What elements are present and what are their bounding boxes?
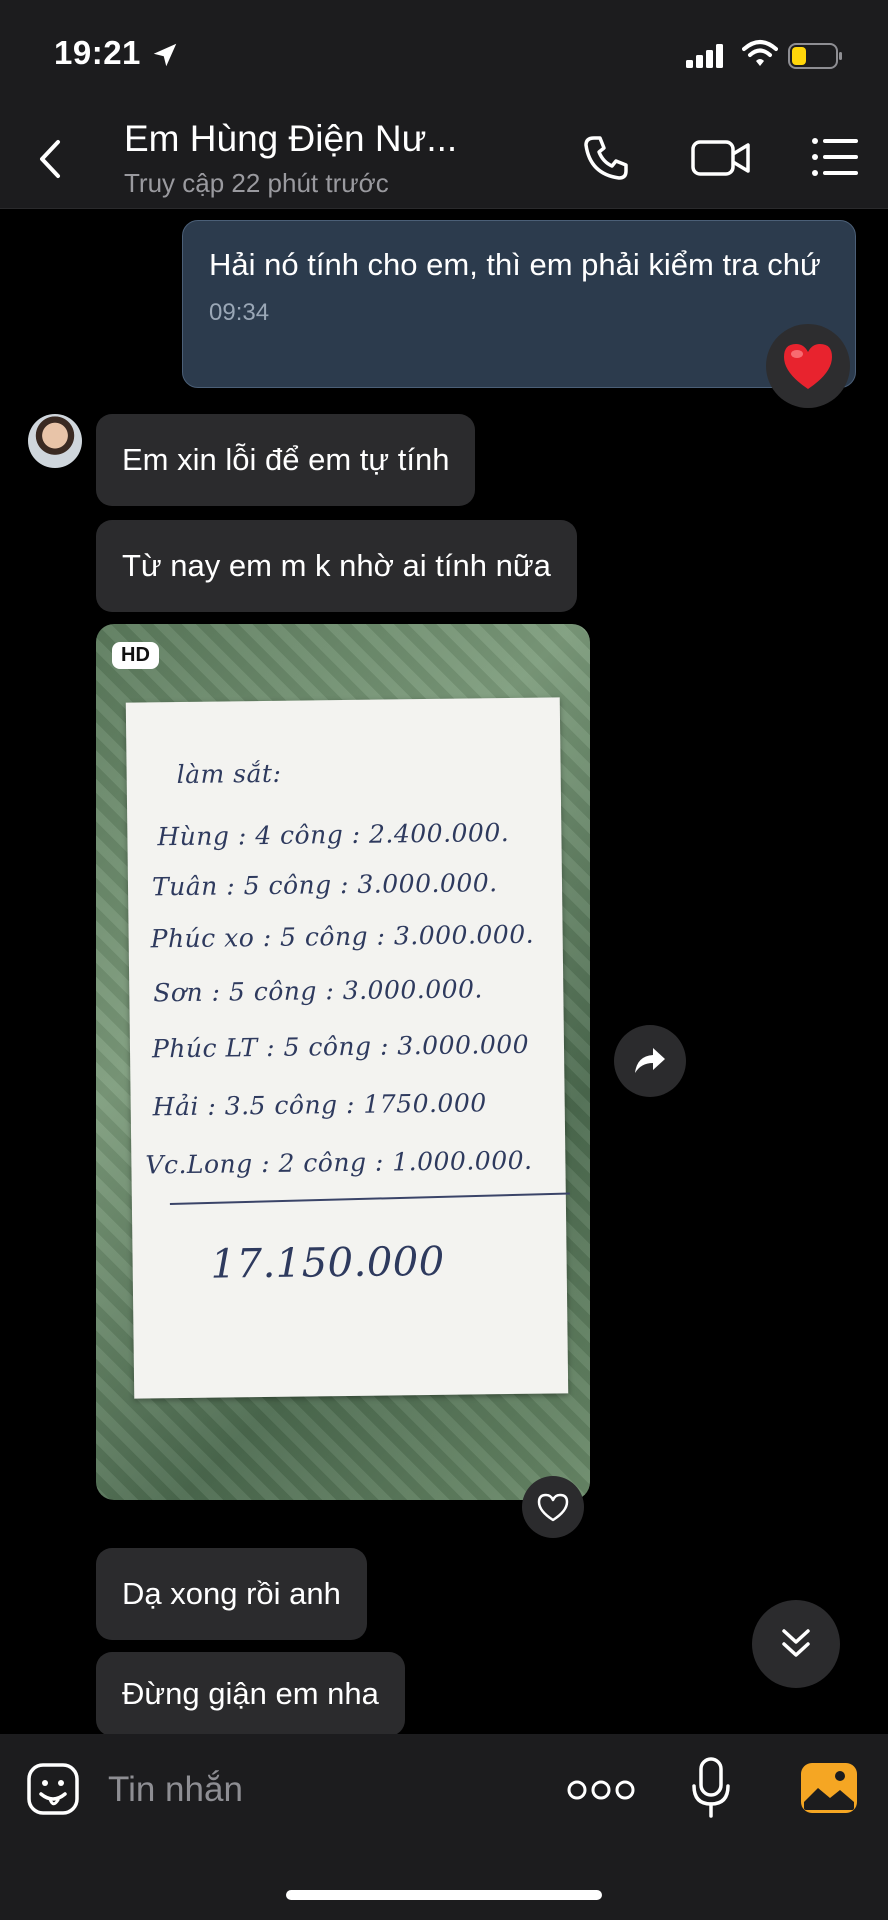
scroll-to-bottom-button[interactable]	[752, 1600, 840, 1688]
forward-arrow-icon	[635, 1048, 665, 1073]
more-options-button[interactable]	[566, 1772, 636, 1808]
status-time: 19:21	[54, 34, 141, 71]
like-button[interactable]	[522, 1476, 584, 1538]
photo-message[interactable]: làm sắt: Hùng : 4 công : 2.400.000. Tuân…	[96, 624, 590, 1500]
double-chevron-down-icon	[782, 1629, 810, 1657]
last-seen-status: Truy cập 22 phút trước	[124, 168, 389, 198]
heart-icon	[784, 344, 832, 389]
note-line: Phúc xo : 5 công : 3.000.000.	[150, 919, 535, 954]
gallery-image-button[interactable]	[800, 1762, 858, 1814]
outgoing-message-bubble[interactable]: Hải nó tính cho em, thì em phải kiểm tra…	[182, 220, 856, 388]
incoming-message-bubble[interactable]: Dạ xong rồi anh	[96, 1548, 367, 1640]
signal-icon	[686, 44, 723, 68]
hd-badge: HD	[112, 642, 159, 669]
battery-icon	[788, 43, 842, 69]
incoming-message-bubble[interactable]: Em xin lỗi để em tự tính	[96, 414, 476, 506]
home-indicator	[286, 1890, 602, 1900]
contact-name[interactable]: Em Hùng Điện Nư...	[124, 118, 457, 160]
note-total: 17.150.000	[210, 1238, 445, 1288]
note-divider	[169, 1192, 570, 1205]
wifi-icon	[742, 40, 778, 66]
incoming-message-bubble[interactable]: Từ nay em m k nhờ ai tính nữa	[96, 520, 577, 612]
note-line: Sơn : 5 công : 3.000.000.	[153, 974, 484, 1008]
video-call-button[interactable]	[690, 134, 752, 182]
heart-reaction[interactable]	[766, 324, 850, 408]
phone-call-button[interactable]	[580, 132, 632, 184]
heart-outline-icon	[537, 1493, 569, 1522]
menu-list-button[interactable]	[810, 134, 860, 180]
note-line: Hải : 3.5 công : 1750.000	[152, 1088, 487, 1122]
handwritten-note: làm sắt: Hùng : 4 công : 2.400.000. Tuân…	[125, 697, 570, 1399]
location-arrow-icon	[153, 43, 177, 67]
note-line: Phúc LT : 5 công : 3.000.000	[151, 1029, 530, 1064]
sticker-emoji-button[interactable]	[26, 1762, 80, 1816]
message-text: Hải nó tính cho em, thì em phải kiểm tra…	[209, 247, 821, 282]
incoming-message-bubble[interactable]: Đừng giận em nha	[96, 1652, 405, 1736]
note-heading: làm sắt:	[176, 758, 282, 790]
message-input[interactable]	[108, 1762, 508, 1818]
contact-avatar[interactable]	[28, 414, 82, 468]
microphone-button[interactable]	[690, 1756, 732, 1820]
note-line: Vc.Long : 2 công : 1.000.000.	[145, 1145, 533, 1180]
note-line: Tuân : 5 công : 3.000.000.	[151, 868, 498, 902]
back-button[interactable]	[30, 134, 70, 184]
message-time: 09:34	[209, 299, 270, 326]
note-line: Hùng : 4 công : 2.400.000.	[157, 818, 510, 852]
forward-button[interactable]	[614, 1025, 686, 1097]
